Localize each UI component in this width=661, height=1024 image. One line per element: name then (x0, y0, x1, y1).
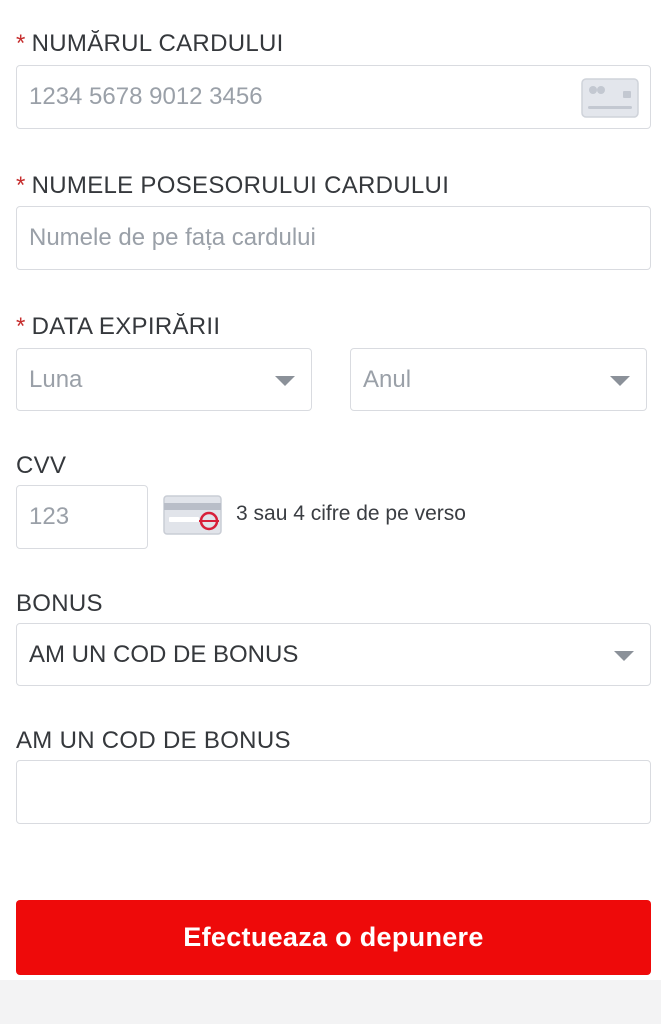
required-mark: * (16, 313, 26, 340)
footer-area (0, 980, 661, 1024)
chevron-down-icon (614, 650, 634, 661)
chevron-down-icon (610, 375, 630, 386)
card-number-placeholder: 1234 5678 9012 3456 (29, 83, 263, 110)
card-holder-label-text: NUMELE POSESORULUI CARDULUI (31, 172, 450, 199)
chevron-down-icon (275, 375, 295, 386)
cvv-hint: 3 sau 4 cifre de pe verso (236, 502, 466, 525)
expiry-year-placeholder: Anul (363, 365, 412, 393)
expiry-month-select[interactable]: Luna (16, 348, 312, 411)
card-number-label-text: NUMĂRUL CARDULUI (31, 30, 284, 57)
card-holder-label: * NUMELE POSESORULUI CARDULUI (16, 172, 449, 200)
bonus-code-label: AM UN COD DE BONUS (16, 727, 291, 754)
expiry-year-select[interactable]: Anul (350, 348, 647, 411)
expiry-label: * DATA EXPIRĂRII (16, 313, 220, 341)
card-holder-input[interactable]: Numele de pe fața cardului (16, 206, 651, 270)
cvv-placeholder: 123 (29, 503, 70, 530)
card-holder-placeholder: Numele de pe fața cardului (29, 224, 316, 251)
cvv-label: CVV (16, 452, 67, 479)
required-mark: * (16, 30, 26, 57)
card-back-cvv-icon (163, 495, 223, 542)
deposit-form: * NUMĂRUL CARDULUI 1234 5678 9012 3456 * N… (0, 0, 661, 1024)
required-mark: * (16, 172, 26, 199)
expiry-label-text: DATA EXPIRĂRII (31, 313, 221, 340)
bonus-selected-value: AM UN COD DE BONUS (29, 640, 299, 668)
card-number-input[interactable]: 1234 5678 9012 3456 (16, 65, 651, 129)
bonus-label: BONUS (16, 590, 103, 617)
expiry-month-placeholder: Luna (29, 365, 83, 393)
deposit-button-label: Efectueaza o depunere (183, 922, 484, 952)
cvv-input[interactable]: 123 (16, 485, 148, 549)
deposit-button[interactable]: Efectueaza o depunere (16, 900, 651, 975)
credit-card-icon (581, 78, 639, 123)
bonus-code-input[interactable] (16, 760, 651, 824)
card-number-label: * NUMĂRUL CARDULUI (16, 30, 284, 58)
bonus-select[interactable]: AM UN COD DE BONUS (16, 623, 651, 686)
